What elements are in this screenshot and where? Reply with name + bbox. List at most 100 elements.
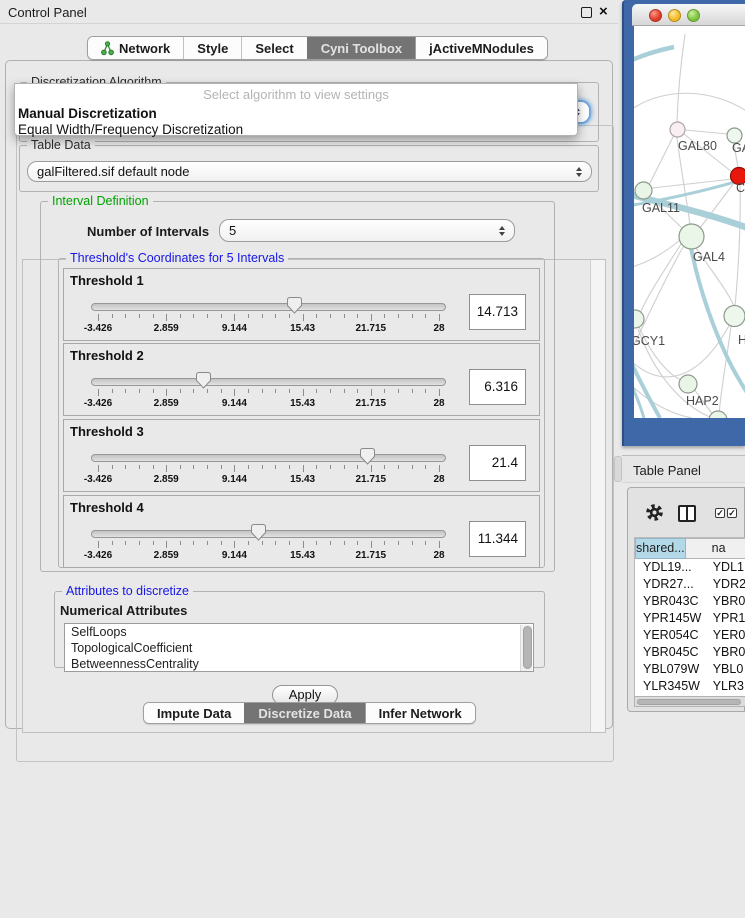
slider-tick: [371, 389, 372, 396]
checkbox-icon[interactable]: ✓: [727, 508, 737, 518]
slider-track[interactable]: [91, 454, 446, 462]
slider-tick-label: 9.144: [222, 474, 247, 485]
slider-tick: [221, 541, 222, 545]
table-row[interactable]: YDR27...YDR2: [635, 576, 745, 593]
checkbox-icon[interactable]: ✓: [715, 508, 725, 518]
threshold-slider[interactable]: -3.4262.8599.14415.4321.71528: [91, 526, 446, 568]
attribute-list-item[interactable]: SelfLoops: [65, 624, 533, 640]
slider-tick-label: -3.426: [84, 398, 112, 409]
minimize-traffic-light-icon[interactable]: [668, 9, 681, 22]
tab-label: Style: [197, 41, 228, 56]
column-header-name[interactable]: na: [686, 538, 745, 559]
column-header-shared-name[interactable]: shared...: [635, 538, 686, 559]
slider-tick: [166, 314, 167, 321]
cell-name: YDR2: [708, 576, 745, 593]
slider-tick: [357, 541, 358, 545]
tab-cyni-toolbox[interactable]: Cyni Toolbox: [307, 37, 415, 59]
threshold-value-field[interactable]: 6.316: [469, 369, 526, 405]
control-panel-tabs: Network Style SelectCyni Toolbox jActiveMNo…: [87, 36, 548, 60]
zoom-traffic-light-icon[interactable]: [687, 9, 700, 22]
gear-icon[interactable]: [645, 503, 664, 522]
network-canvas[interactable]: GAL80 GA C GAL11 GAL4 GCY1 H HAP2: [634, 26, 745, 418]
tab-label: jActiveMNodules: [429, 41, 534, 56]
vertical-scrollbar[interactable]: [590, 260, 605, 732]
table-row[interactable]: YBL079WYBL0: [635, 661, 745, 678]
table-horizontal-scrollbar[interactable]: [634, 696, 745, 707]
node-clipped-bottom: [709, 411, 727, 418]
threshold-slider[interactable]: -3.4262.8599.14415.4321.71528: [91, 299, 446, 341]
slider-tick: [384, 465, 385, 469]
attribute-list-item[interactable]: TopologicalCoefficient: [65, 640, 533, 656]
slider-tick-label: 21.715: [356, 474, 387, 485]
slider-tick: [275, 389, 276, 393]
close-icon[interactable]: ×: [599, 2, 608, 22]
threshold-slider[interactable]: -3.4262.8599.14415.4321.71528: [91, 450, 446, 492]
tab-select[interactable]: Select: [241, 37, 306, 59]
table-data-combobox[interactable]: galFiltered.sif default node: [27, 161, 592, 182]
slider-thumb-icon[interactable]: [196, 372, 211, 389]
table-data-value: galFiltered.sif default node: [37, 164, 189, 179]
threshold-slider[interactable]: -3.4262.8599.14415.4321.71528: [91, 374, 446, 416]
table-row[interactable]: YDL19...YDL1: [635, 559, 745, 576]
numerical-attributes-label: Numerical Attributes: [60, 603, 187, 618]
tab-label: Discretize Data: [258, 706, 351, 721]
slider-tick: [412, 389, 413, 393]
slider-track[interactable]: [91, 378, 446, 386]
tab-jactivemnodules[interactable]: jActiveMNodules: [415, 37, 547, 59]
slider-tick: [112, 389, 113, 393]
table-row[interactable]: YBR045CYBR0: [635, 644, 745, 661]
attribute-list-item[interactable]: BetweennessCentrality: [65, 656, 533, 672]
split-column-icon[interactable]: [678, 505, 696, 522]
threshold-value-field[interactable]: 21.4: [469, 445, 526, 481]
slider-track[interactable]: [91, 530, 446, 538]
slider-tick: [139, 465, 140, 469]
table-row[interactable]: YBR043CYBR0: [635, 593, 745, 610]
threshold-value-field[interactable]: 11.344: [469, 521, 526, 557]
tab-impute-data[interactable]: Impute Data: [144, 703, 244, 723]
tab-infer-network[interactable]: Infer Network: [365, 703, 475, 723]
slider-tick: [425, 314, 426, 318]
attributes-scrollbar-thumb[interactable]: [523, 626, 532, 669]
slider-tick-label: 21.715: [356, 550, 387, 561]
slider-tick: [193, 389, 194, 393]
slider-track[interactable]: [91, 303, 446, 311]
popup-item-manual-discretization[interactable]: Manual Discretization: [18, 106, 157, 121]
slider-tick: [125, 465, 126, 469]
slider-tick: [344, 541, 345, 545]
popup-item-equal-width-frequency[interactable]: Equal Width/Frequency Discretization: [18, 122, 243, 137]
numerical-attributes-list[interactable]: SelfLoopsTopologicalCoefficientBetweenne…: [64, 623, 534, 672]
cell-name: YER0: [708, 627, 745, 644]
table-row[interactable]: YPR145WYPR1: [635, 610, 745, 627]
close-traffic-light-icon[interactable]: [649, 9, 662, 22]
slider-tick: [139, 314, 140, 318]
table-row[interactable]: YER054CYER0: [635, 627, 745, 644]
node-label-clipped-c: C: [736, 181, 745, 195]
slider-tick: [425, 541, 426, 545]
tab-network[interactable]: Network: [88, 37, 183, 59]
slider-thumb-icon[interactable]: [287, 297, 302, 314]
table-scrollbar-thumb[interactable]: [637, 699, 741, 706]
panel-splitter-handle[interactable]: [614, 456, 622, 482]
slider-tick: [139, 541, 140, 545]
slider-tick: [221, 465, 222, 469]
slider-tick: [316, 314, 317, 318]
tab-style[interactable]: Style: [183, 37, 241, 59]
tab-discretize-data[interactable]: Discretize Data: [244, 703, 364, 723]
slider-thumb-icon[interactable]: [360, 448, 375, 465]
num-intervals-combobox[interactable]: 5: [219, 219, 515, 242]
slider-tick: [234, 541, 235, 548]
threshold-value-field[interactable]: 14.713: [469, 294, 526, 330]
slider-thumb-icon[interactable]: [251, 524, 266, 541]
attributes-list-scrollbar[interactable]: [520, 625, 532, 671]
slider-tick: [439, 314, 440, 321]
slider-tick: [193, 314, 194, 318]
slider-tick: [316, 541, 317, 545]
popup-placeholder-item[interactable]: Select algorithm to view settings: [15, 87, 577, 102]
float-icon[interactable]: [581, 7, 592, 18]
table-data-group-title: Table Data: [27, 138, 95, 152]
slider-tick: [357, 314, 358, 318]
node-gal11: [635, 182, 652, 199]
table-row[interactable]: YLR345WYLR3: [635, 678, 745, 695]
num-intervals-label: Number of Intervals: [87, 224, 209, 239]
slider-tick: [425, 389, 426, 393]
